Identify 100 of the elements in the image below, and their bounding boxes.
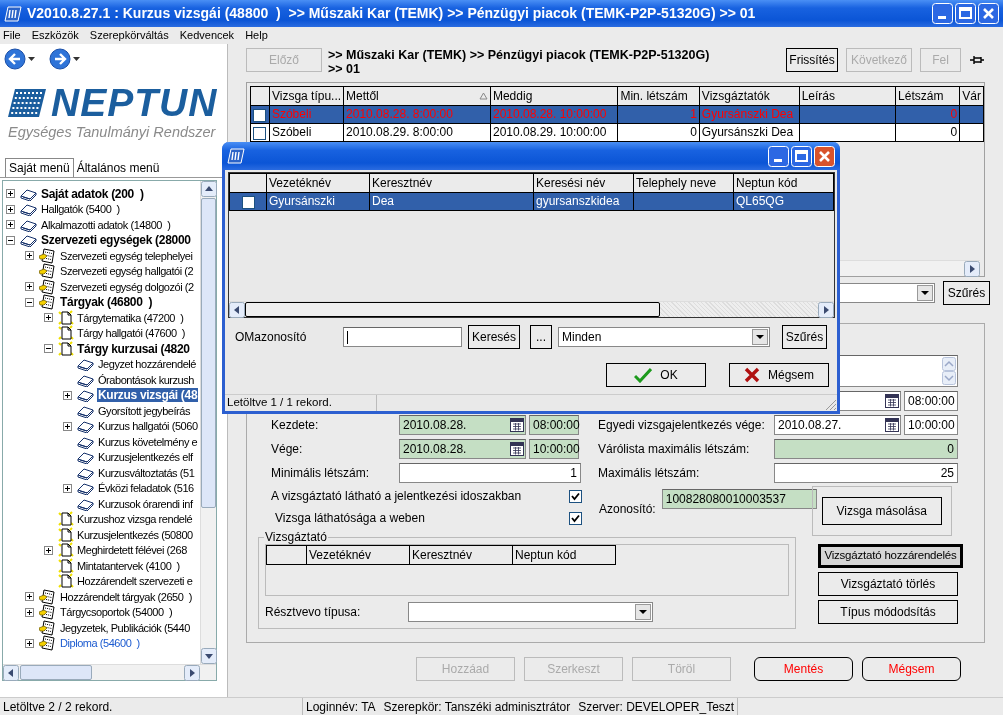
tree-item[interactable]: Kurzusváltoztatás (51 xyxy=(97,465,196,480)
expand-icon[interactable] xyxy=(44,313,53,323)
time-field[interactable]: 10:00:00 xyxy=(529,439,579,459)
table-row[interactable]: Szóbeli 2010.08.29. 8:00:00 2010.08.29. 10:00:00 0 Gyursánszki Dea 0 xyxy=(250,123,984,142)
date-field[interactable]: 2010.08.28. xyxy=(399,415,526,435)
checkbox[interactable] xyxy=(241,195,255,209)
tree-item[interactable]: Kurzusjelentkezés elf xyxy=(97,450,194,465)
column-header[interactable]: Vezetéknév xyxy=(306,545,410,565)
ok-button[interactable]: OK xyxy=(606,363,706,387)
scrollbar-thumb[interactable] xyxy=(20,665,92,680)
column-header[interactable]: Vizsga típu... xyxy=(269,86,344,106)
filter-button[interactable]: Szűrés xyxy=(943,281,990,305)
minimize-button[interactable] xyxy=(932,3,953,24)
collapse-icon[interactable] xyxy=(25,297,34,307)
examiner-button[interactable]: Vizsgáztató törlés xyxy=(818,572,958,596)
tree-item[interactable]: Kurzus hallgatói (5060 xyxy=(97,419,199,434)
tree-item[interactable]: Meghirdetett félévei (268 xyxy=(76,543,188,558)
tree-item[interactable]: Szervezeti egységek (28000 xyxy=(40,233,192,248)
tree-item[interactable]: Jegyzetek, Publikációk (5440 xyxy=(59,620,191,635)
date-field[interactable]: 2010.08.27. xyxy=(774,415,901,435)
scrollbar-thumb[interactable] xyxy=(201,198,216,508)
dropdown[interactable]: Minden xyxy=(558,327,770,347)
tree-item[interactable]: Kurzus vizsgái (48 xyxy=(97,388,199,403)
table-row[interactable]: Gyursánszki Dea gyursanszkidea QL65QG xyxy=(229,192,834,211)
tree-item[interactable]: Kurzushoz vizsga rendelé xyxy=(76,512,194,527)
tree-item[interactable]: Évközi feladatok (516 xyxy=(97,481,195,496)
expand-icon[interactable] xyxy=(25,282,34,292)
menu-tab[interactable]: Általános menü xyxy=(73,158,163,177)
date-field[interactable]: 2010.08.28. xyxy=(399,439,526,459)
expand-icon[interactable] xyxy=(6,204,15,214)
scroll-up-button[interactable] xyxy=(201,181,217,197)
input-field[interactable]: 0 xyxy=(774,439,958,459)
tree-item[interactable]: Szervezeti egység dolgozói (2 xyxy=(59,279,195,294)
column-header[interactable]: Keresztnév xyxy=(409,545,513,565)
column-header[interactable]: Keresési név xyxy=(533,173,634,193)
tree-item[interactable]: Alkalmazotti adatok (14800 ) xyxy=(40,217,172,232)
column-header[interactable]: Vár xyxy=(959,86,984,106)
column-header[interactable]: Leírás xyxy=(799,86,896,106)
input-field[interactable]: 100828080010003537 xyxy=(661,489,817,509)
column-header[interactable]: Létszám xyxy=(895,86,960,106)
tree-item[interactable]: Mintatantervek (4100 ) xyxy=(76,558,181,573)
tree-item[interactable]: Kurzusok órarendi inf xyxy=(97,496,194,511)
scroll-right-button[interactable] xyxy=(964,261,980,277)
tree-item[interactable]: Jegyzet hozzárendelé xyxy=(97,357,197,372)
toolbar-button[interactable]: Frissítés xyxy=(786,48,838,72)
column-header[interactable]: Min. létszám xyxy=(617,86,700,106)
expand-icon[interactable] xyxy=(63,390,72,400)
cancel-button[interactable]: Mégsem xyxy=(729,363,829,387)
checkbox[interactable] xyxy=(253,108,267,122)
search-button[interactable]: Keresés xyxy=(468,325,520,349)
checked-checkbox[interactable] xyxy=(569,489,582,503)
expand-icon[interactable] xyxy=(63,421,72,431)
input-field[interactable]: 1 xyxy=(399,463,581,483)
menu-item[interactable]: Szerepkörváltás xyxy=(89,28,169,43)
tree-item[interactable]: Tárgyak (46800 ) xyxy=(59,295,154,310)
collapse-icon[interactable] xyxy=(44,344,53,354)
expand-icon[interactable] xyxy=(25,251,34,261)
close-button[interactable] xyxy=(814,145,835,167)
menu-item[interactable]: File xyxy=(3,28,21,43)
scroll-left-button[interactable] xyxy=(3,665,19,681)
filter-button[interactable]: Szűrés xyxy=(782,325,827,349)
back-button[interactable] xyxy=(4,48,26,70)
minimize-button[interactable] xyxy=(768,145,789,167)
scroll-left-button[interactable] xyxy=(229,302,245,318)
tree-item[interactable]: Tárgy kurzusai (4820 xyxy=(76,341,191,356)
tree-item[interactable]: Hozzárendelt tárgyak (2650 ) xyxy=(59,589,193,604)
time-field[interactable]: 08:00:00 xyxy=(904,391,958,411)
scroll-down-button[interactable] xyxy=(201,648,217,664)
text-field[interactable] xyxy=(343,327,462,347)
tree-item[interactable]: Gyorsított jegybeírás xyxy=(97,403,192,418)
time-field[interactable]: 08:00:00 xyxy=(529,415,579,435)
scrollbar-thumb[interactable] xyxy=(245,302,660,317)
column-header[interactable]: Vizsgáztatók xyxy=(699,86,800,106)
tree-item[interactable]: Diploma (54600 ) xyxy=(59,636,141,651)
menu-tab[interactable]: Saját menü xyxy=(5,157,74,177)
pin-icon[interactable] xyxy=(969,54,985,66)
expand-icon[interactable] xyxy=(6,220,15,230)
tree-item[interactable]: Tárgycsoportok (54000 ) xyxy=(59,605,174,620)
column-header[interactable]: Mettől xyxy=(343,86,491,106)
column-header[interactable]: Keresztnév xyxy=(369,173,534,193)
tree-item[interactable]: Órabontások kurzush xyxy=(97,372,195,387)
checked-checkbox[interactable] xyxy=(569,511,582,525)
close-button[interactable] xyxy=(978,3,999,24)
tree-item[interactable]: Kurzusjelentkezés (50800 xyxy=(76,527,194,542)
tree-item[interactable]: Hallgatók (5400 ) xyxy=(40,202,121,217)
examiner-button[interactable]: Típus módodsítás xyxy=(818,600,958,624)
examiner-button[interactable]: Vizsgáztató hozzárendelés xyxy=(818,544,963,568)
tree-item[interactable]: Saját adatok (200 ) xyxy=(40,186,145,201)
column-header[interactable]: Telephely neve xyxy=(633,173,734,193)
checkbox[interactable] xyxy=(253,126,267,140)
expand-icon[interactable] xyxy=(25,607,34,617)
menu-item[interactable]: Kedvencek xyxy=(179,28,235,43)
expand-icon[interactable] xyxy=(25,638,34,648)
maximize-button[interactable] xyxy=(955,3,976,24)
expand-icon[interactable] xyxy=(6,189,15,199)
menu-item[interactable]: Help xyxy=(245,28,268,43)
expand-icon[interactable] xyxy=(44,545,53,555)
expand-icon[interactable] xyxy=(25,592,34,602)
tree-item[interactable]: Kurzus követelmény e xyxy=(97,434,199,449)
copy-exam-button[interactable]: Vizsga másolása xyxy=(821,497,942,525)
